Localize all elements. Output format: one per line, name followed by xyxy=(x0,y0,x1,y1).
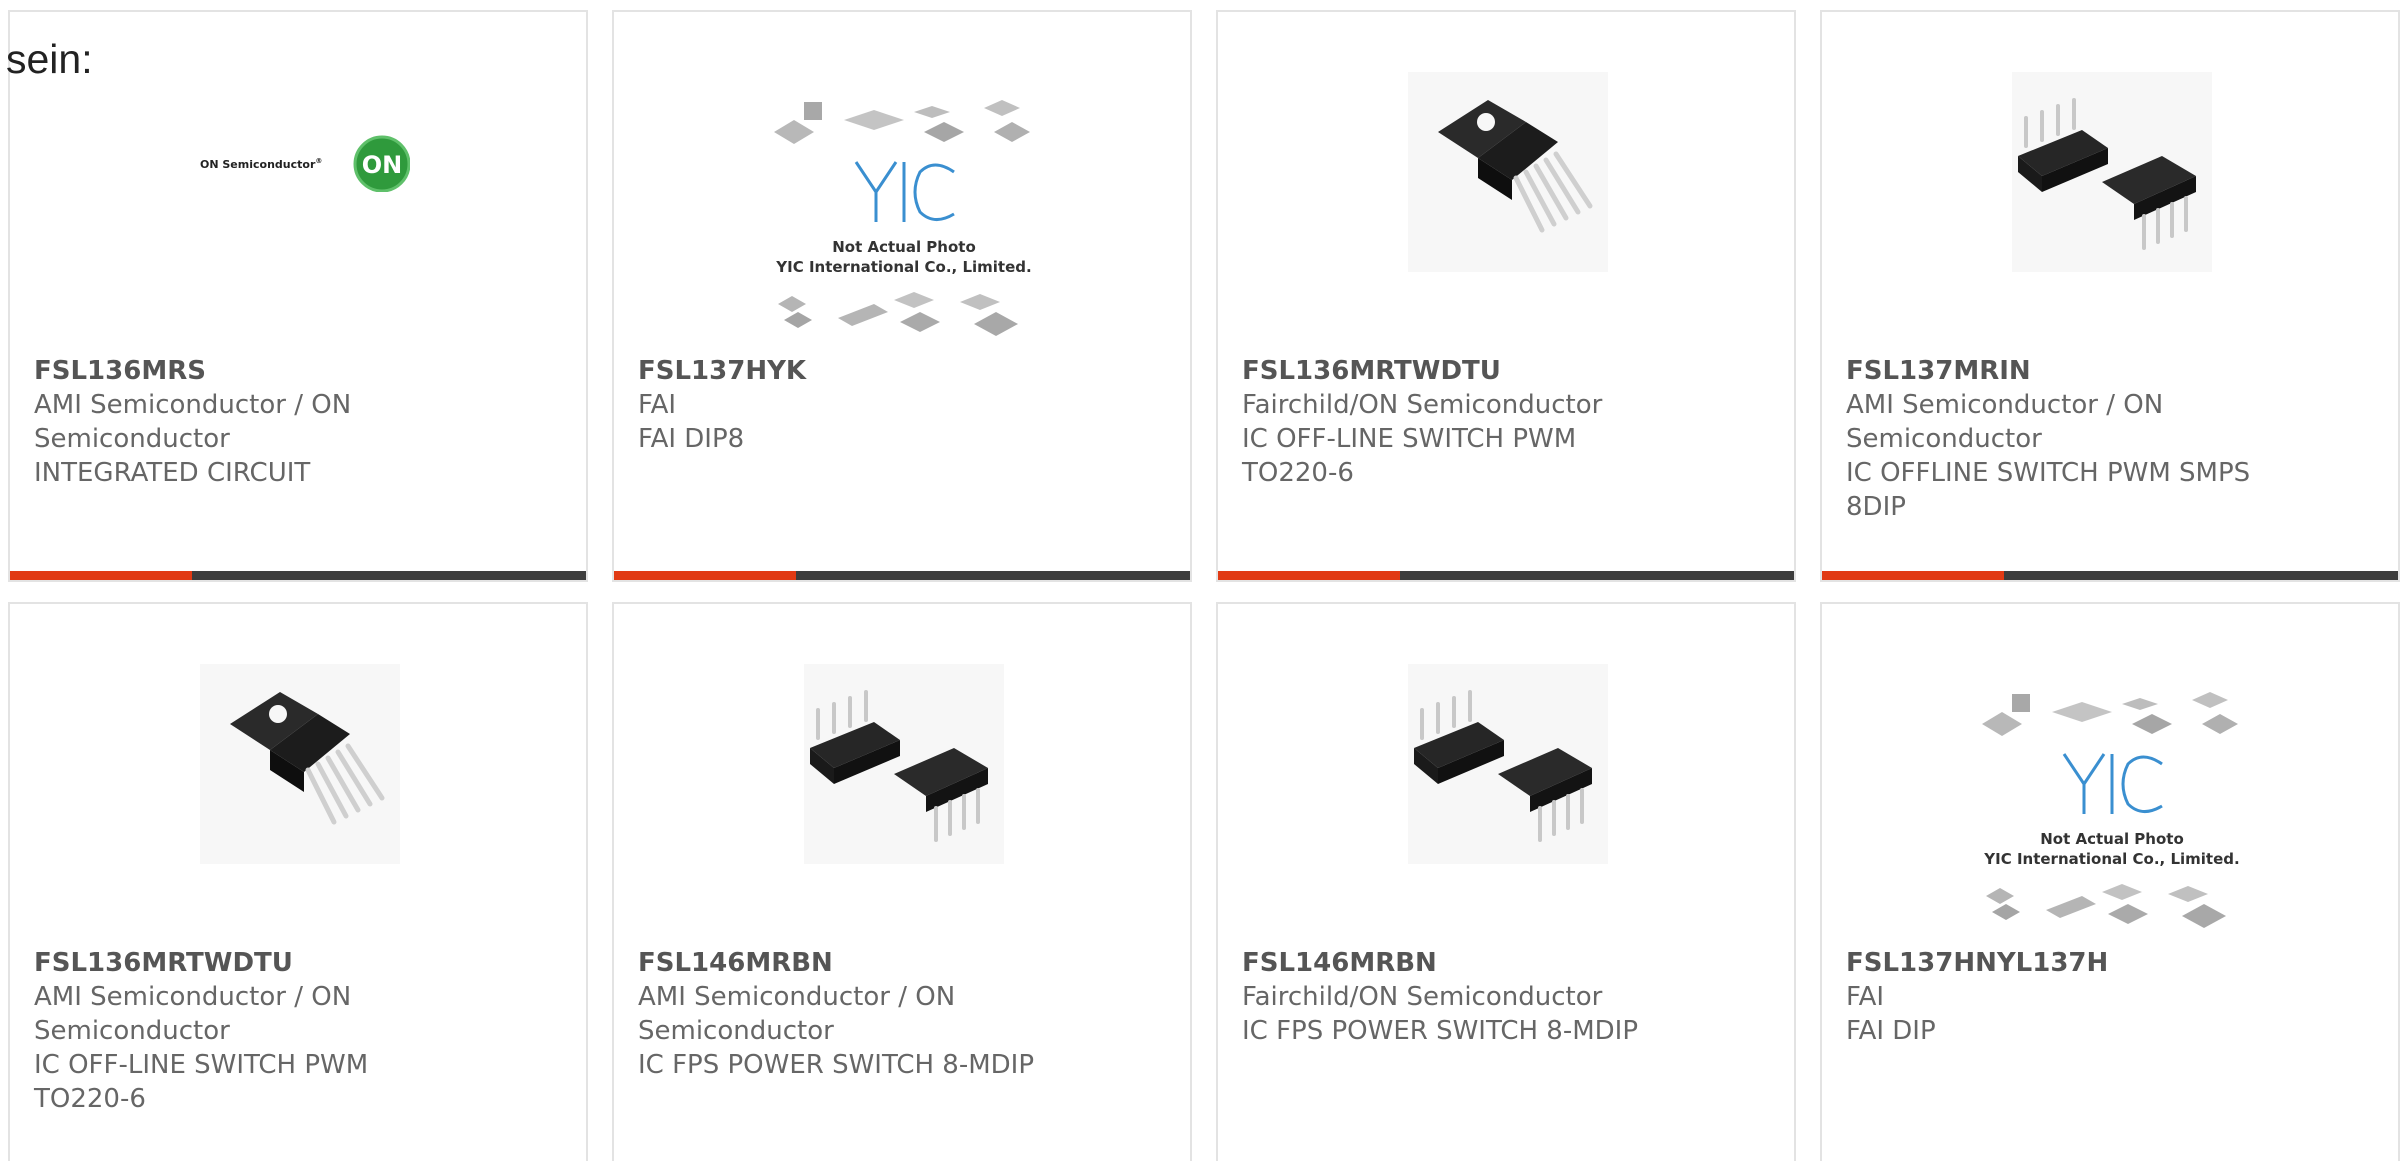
product-info: FSL137HNYL137H FAI FAI DIP xyxy=(1846,946,2366,1048)
product-card[interactable]: FSL136MRTWDTU AMI Semiconductor / ON Sem… xyxy=(8,602,588,1161)
card-footer-bar xyxy=(614,571,1190,580)
description-line: TO220-6 xyxy=(34,1084,146,1114)
on-semiconductor-logo-image: ON Semiconductor® ON xyxy=(200,132,410,192)
product-card[interactable]: Not Actual Photo YIC International Co., … xyxy=(612,10,1192,582)
product-listing: ON Semiconductor® ON FSL136MRS AMI Semic… xyxy=(0,0,2400,1161)
product-card[interactable]: FSL146MRBN Fairchild/ON Semiconductor IC… xyxy=(1216,602,1796,1161)
yic-placeholder-image: Not Actual Photo YIC International Co., … xyxy=(1972,684,2252,944)
card-footer-bar xyxy=(10,571,586,580)
manufacturer-line: AMI Semiconductor / ON xyxy=(34,390,352,420)
dip8-chips-image xyxy=(1408,664,1608,864)
card-accent-bar xyxy=(10,571,192,580)
product-info: FSL137HYK FAI FAI DIP8 xyxy=(638,354,1158,456)
product-info: FSL136MRTWDTU Fairchild/ON Semiconductor… xyxy=(1242,354,1762,490)
product-card[interactable]: FSL136MRTWDTU Fairchild/ON Semiconductor… xyxy=(1216,10,1796,582)
card-accent-bar xyxy=(1822,571,2004,580)
manufacturer-line: AMI Semiconductor / ON xyxy=(34,982,352,1012)
product-card[interactable]: ON Semiconductor® ON FSL136MRS AMI Semic… xyxy=(8,10,588,582)
manufacturer-line: FAI xyxy=(638,390,677,420)
to220-chip-image xyxy=(200,664,400,864)
description-line: INTEGRATED CIRCUIT xyxy=(34,458,311,488)
description-line: IC FPS POWER SWITCH 8-MDIP xyxy=(638,1050,1035,1080)
manufacturer-line: AMI Semiconductor / ON xyxy=(638,982,956,1012)
yic-placeholder-image: Not Actual Photo YIC International Co., … xyxy=(764,92,1044,352)
product-grid: ON Semiconductor® ON FSL136MRS AMI Semic… xyxy=(8,10,2400,1161)
product-card[interactable]: FSL137MRIN AMI Semiconductor / ON Semico… xyxy=(1820,10,2400,582)
part-number[interactable]: FSL136MRTWDTU xyxy=(34,946,554,980)
to220-chip-image xyxy=(1408,72,1608,272)
placeholder-caption-2: YIC International Co., Limited. xyxy=(1983,850,2239,868)
dip8-chips-image xyxy=(2012,72,2212,272)
manufacturer-line: Semiconductor xyxy=(34,424,230,454)
part-number[interactable]: FSL146MRBN xyxy=(1242,946,1762,980)
product-info: FSL146MRBN Fairchild/ON Semiconductor IC… xyxy=(1242,946,1762,1048)
placeholder-caption-1: Not Actual Photo xyxy=(832,238,976,256)
manufacturer-line: Fairchild/ON Semiconductor xyxy=(1242,982,1603,1012)
manufacturer-line: Semiconductor xyxy=(638,1016,834,1046)
product-info: FSL146MRBN AMI Semiconductor / ON Semico… xyxy=(638,946,1158,1082)
product-info: FSL137MRIN AMI Semiconductor / ON Semico… xyxy=(1846,354,2366,524)
manufacturer-line: AMI Semiconductor / ON xyxy=(1846,390,2164,420)
part-number[interactable]: FSL137HYK xyxy=(638,354,1158,388)
part-number[interactable]: FSL146MRBN xyxy=(638,946,1158,980)
description-line: IC FPS POWER SWITCH 8-MDIP xyxy=(1242,1016,1639,1046)
description-line: TO220-6 xyxy=(1242,458,1354,488)
dip8-chips-image xyxy=(804,664,1004,864)
part-number[interactable]: FSL136MRTWDTU xyxy=(1242,354,1762,388)
placeholder-caption-2: YIC International Co., Limited. xyxy=(775,258,1031,276)
description-line: FAI DIP8 xyxy=(638,424,745,454)
description-line: IC OFFLINE SWITCH PWM SMPS xyxy=(1846,458,2251,488)
product-info: FSL136MRTWDTU AMI Semiconductor / ON Sem… xyxy=(34,946,554,1116)
part-number[interactable]: FSL137HNYL137H xyxy=(1846,946,2366,980)
card-accent-bar xyxy=(1218,571,1400,580)
svg-text:ON Semiconductor®: ON Semiconductor® xyxy=(200,157,322,171)
card-accent-bar xyxy=(614,571,796,580)
manufacturer-line: FAI xyxy=(1846,982,1885,1012)
description-line: IC OFF-LINE SWITCH PWM xyxy=(34,1050,369,1080)
manufacturer-line: Semiconductor xyxy=(34,1016,230,1046)
manufacturer-line: Semiconductor xyxy=(1846,424,2042,454)
product-card[interactable]: Not Actual Photo YIC International Co., … xyxy=(1820,602,2400,1161)
part-number[interactable]: FSL136MRS xyxy=(34,354,554,388)
description-line: FAI DIP xyxy=(1846,1016,1936,1046)
description-line: IC OFF-LINE SWITCH PWM xyxy=(1242,424,1577,454)
manufacturer-line: Fairchild/ON Semiconductor xyxy=(1242,390,1603,420)
placeholder-caption-1: Not Actual Photo xyxy=(2040,830,2184,848)
product-card[interactable]: FSL146MRBN AMI Semiconductor / ON Semico… xyxy=(612,602,1192,1161)
card-footer-bar xyxy=(1822,571,2398,580)
intro-text: sein: xyxy=(6,36,93,82)
part-number[interactable]: FSL137MRIN xyxy=(1846,354,2366,388)
card-footer-bar xyxy=(1218,571,1794,580)
description-line: 8DIP xyxy=(1846,492,1906,522)
svg-text:ON: ON xyxy=(362,151,403,179)
product-info: FSL136MRS AMI Semiconductor / ON Semicon… xyxy=(34,354,554,490)
